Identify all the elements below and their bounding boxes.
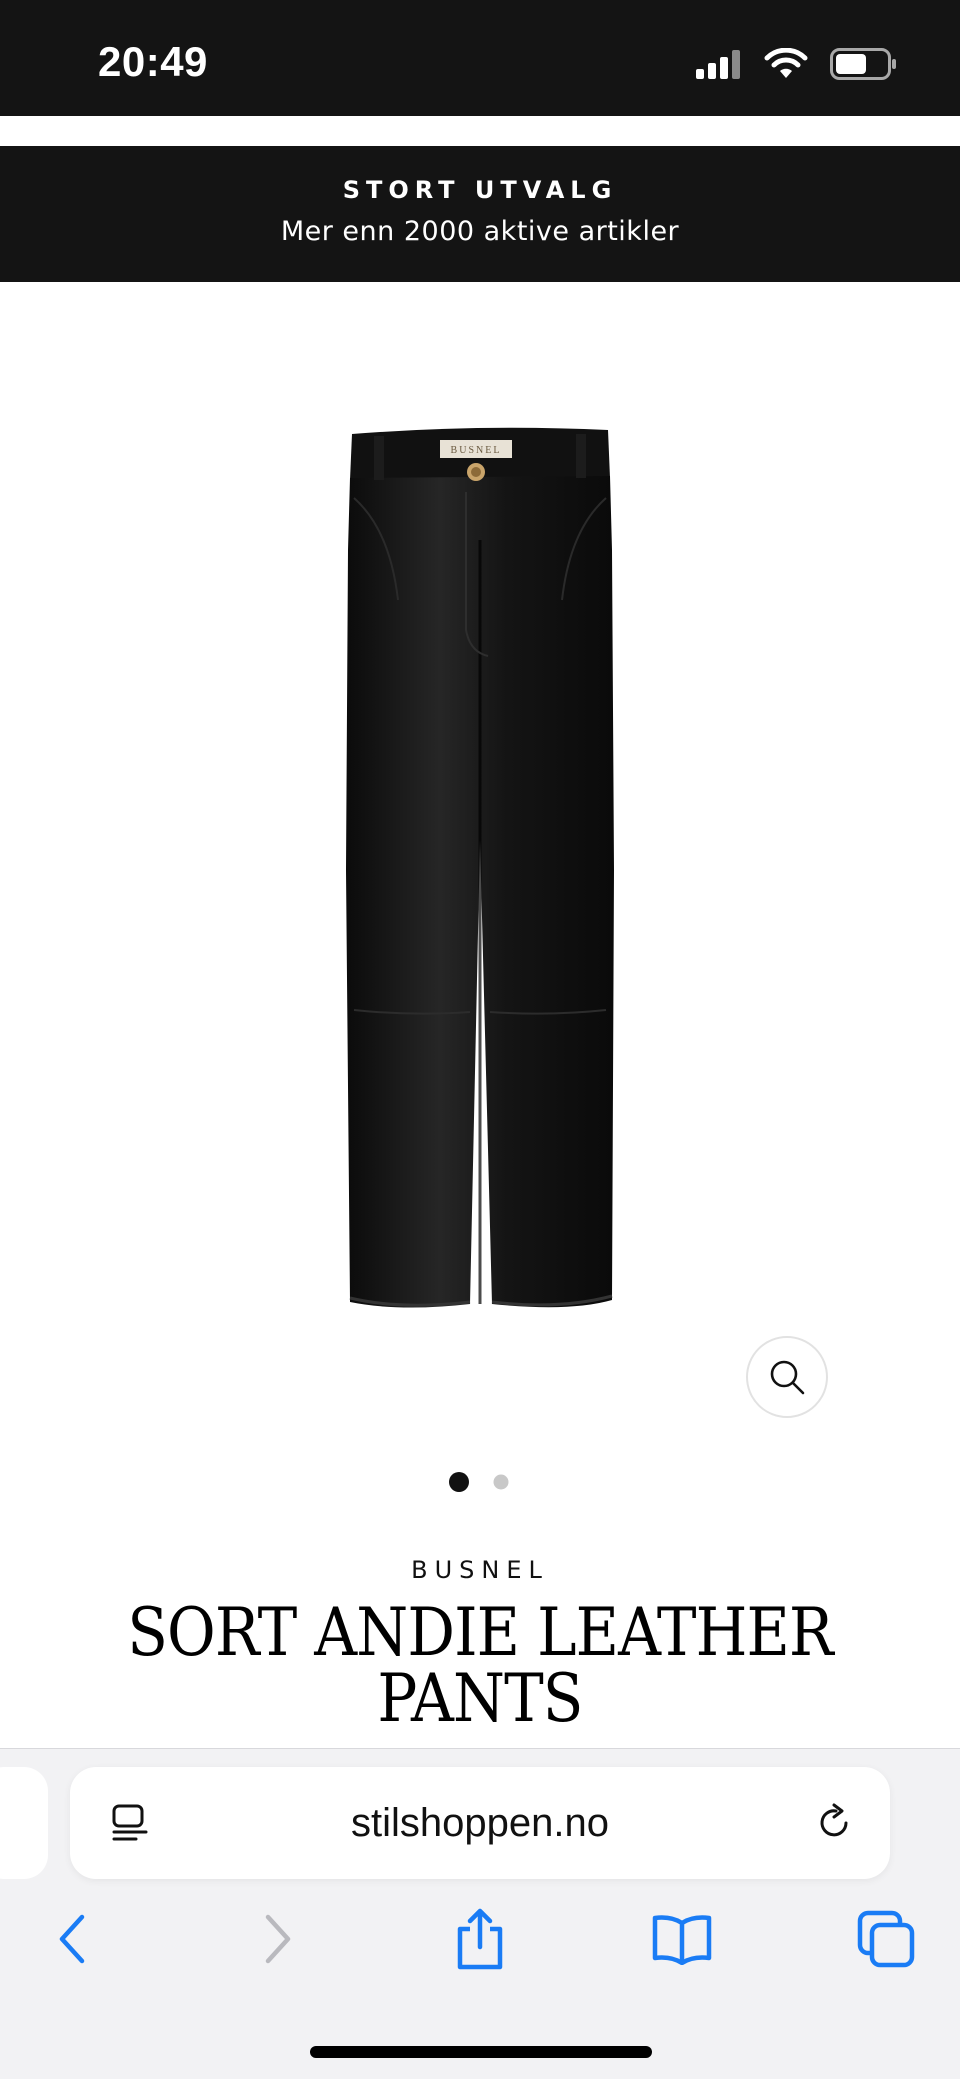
reload-icon[interactable] <box>812 1801 856 1845</box>
product-image[interactable]: BUSNEL <box>320 420 640 1320</box>
promo-title: STORT UTVALG <box>342 176 618 204</box>
cellular-signal-icon <box>696 50 740 79</box>
share-icon <box>457 1908 503 1970</box>
browser-nav-row <box>0 1899 960 1979</box>
forward-button[interactable] <box>238 1899 318 1979</box>
gallery-dot-2[interactable] <box>493 1474 509 1490</box>
address-bar[interactable]: stilshoppen.no <box>70 1767 890 1879</box>
status-bar: 20:49 <box>0 0 960 116</box>
status-icons <box>694 44 898 84</box>
home-indicator <box>310 2046 652 2058</box>
pants-label: BUSNEL <box>451 445 502 456</box>
share-button[interactable] <box>440 1899 520 1979</box>
bookmarks-button[interactable] <box>642 1899 722 1979</box>
gallery-dot-1[interactable] <box>449 1472 469 1492</box>
battery-icon <box>830 48 896 80</box>
book-icon <box>652 1915 712 1965</box>
back-button[interactable] <box>32 1899 112 1979</box>
product-brand[interactable]: BUSNEL <box>0 1556 960 1584</box>
zoom-button[interactable] <box>746 1336 828 1418</box>
gallery-pagination <box>0 1472 960 1492</box>
previous-tab-preview[interactable] <box>0 1767 48 1879</box>
product-title: SORT ANDIE LEATHER PANTS <box>127 1594 833 1737</box>
browser-toolbar: stilshoppen.no <box>0 1748 960 2079</box>
tabs-icon <box>857 1910 915 1968</box>
wifi-icon <box>764 48 808 78</box>
promo-banner: STORT UTVALG Mer enn 2000 aktive artikle… <box>0 146 960 282</box>
promo-subtitle: Mer enn 2000 aktive artikler <box>280 216 680 247</box>
tabs-button[interactable] <box>846 1899 926 1979</box>
chevron-left-icon <box>59 1914 85 1964</box>
chevron-right-icon <box>265 1914 291 1964</box>
magnifier-icon <box>770 1360 805 1395</box>
status-time: 20:49 <box>98 38 208 85</box>
url-text: stilshoppen.no <box>351 1801 609 1845</box>
